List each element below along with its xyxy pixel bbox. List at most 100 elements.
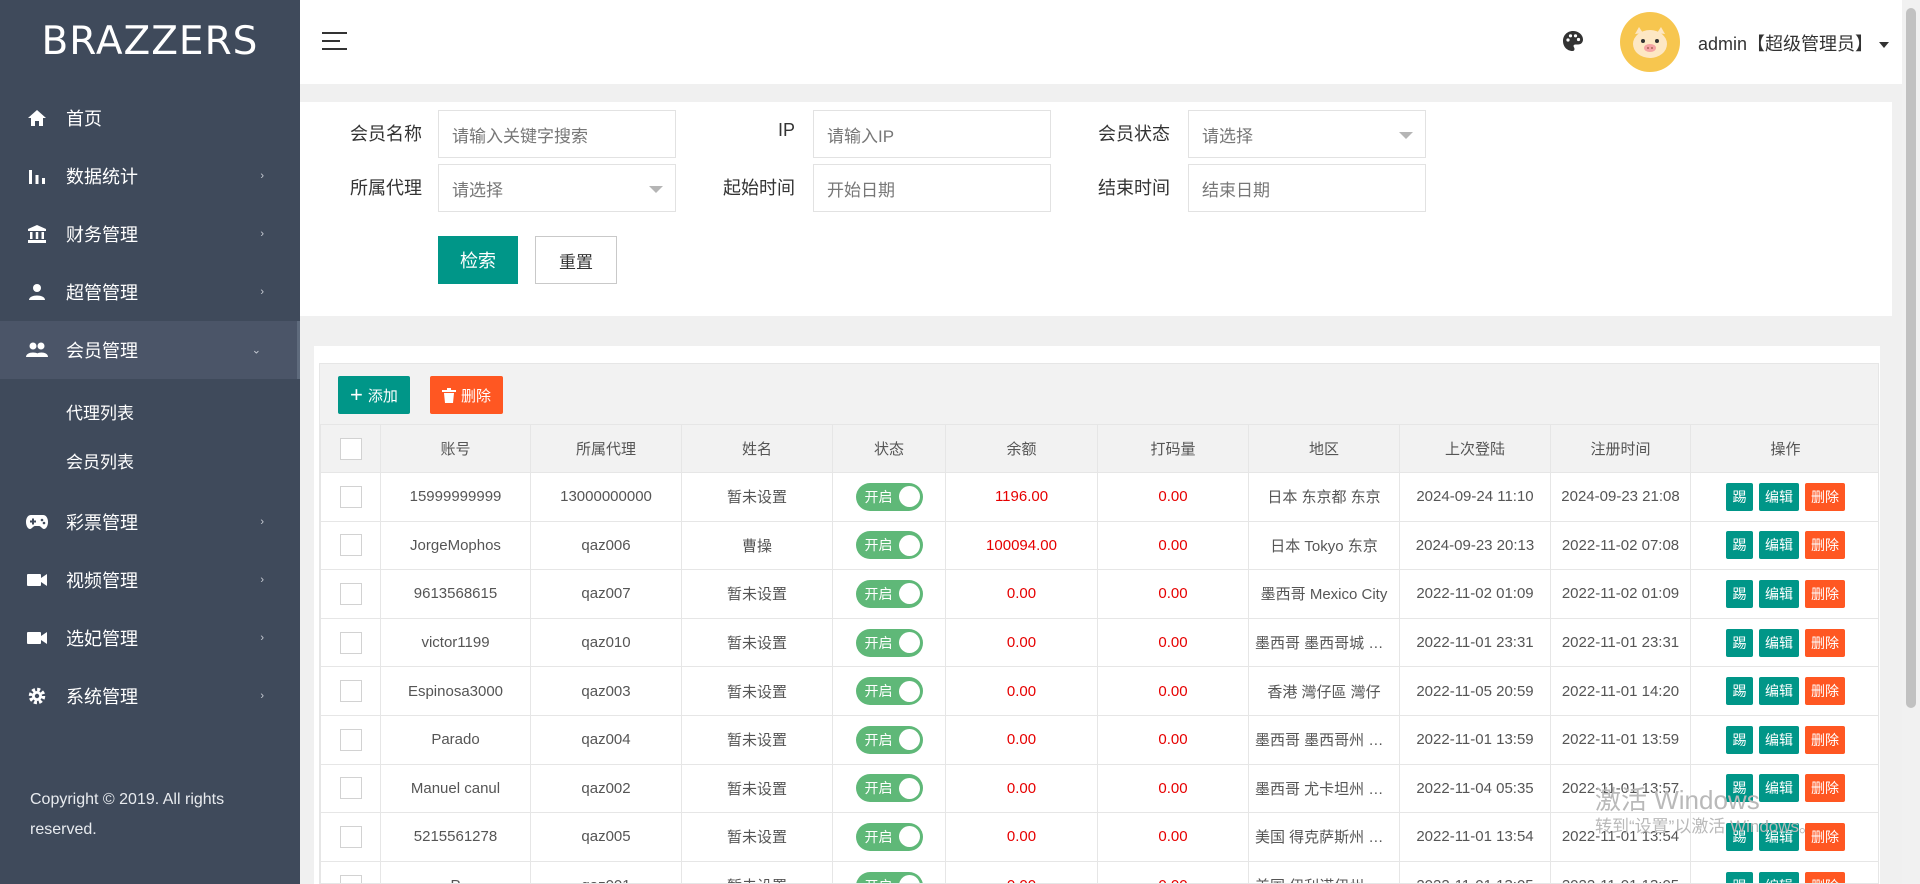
cell-account: 5215561278	[380, 812, 531, 862]
cell-actions: 踢编辑删除	[1690, 472, 1878, 522]
sidebar-item-lottery[interactable]: 彩票管理 ›	[0, 493, 300, 551]
kick-button[interactable]: 踢	[1726, 725, 1753, 754]
cell-balance: 0.00	[945, 666, 1098, 716]
batch-delete-button[interactable]: 删除	[430, 376, 504, 414]
row-checkbox[interactable]	[320, 812, 381, 862]
status-toggle[interactable]: 开启	[855, 871, 923, 883]
cell-register-time: 2022-11-01 23:31	[1550, 617, 1691, 668]
row-checkbox[interactable]	[320, 763, 381, 814]
cell-bet-amount: 0.00	[1097, 617, 1249, 668]
sidebar-item-statistics[interactable]: 数据统计 ›	[0, 147, 300, 205]
cell-register-time: 2022-11-01 13:59	[1550, 714, 1691, 765]
status-toggle[interactable]: 开启	[855, 628, 923, 657]
status-select[interactable]: 请选择	[1188, 110, 1426, 158]
sidebar-item-label: 超管管理	[66, 283, 138, 303]
toggle-knob	[898, 777, 920, 799]
edit-button[interactable]: 编辑	[1759, 579, 1799, 608]
row-checkbox[interactable]	[320, 569, 381, 619]
sidebar-item-label: 系统管理	[66, 687, 138, 707]
delete-button[interactable]: 删除	[1805, 628, 1845, 657]
search-button[interactable]: 检索	[438, 236, 518, 284]
delete-button[interactable]: 删除	[1805, 725, 1845, 754]
kick-button[interactable]: 踢	[1726, 482, 1753, 511]
delete-button[interactable]: 删除	[1805, 531, 1845, 560]
edit-button[interactable]: 编辑	[1759, 871, 1799, 883]
kick-button[interactable]: 踢	[1726, 871, 1753, 883]
edit-button[interactable]: 编辑	[1759, 482, 1799, 511]
row-checkbox[interactable]	[320, 666, 381, 716]
kick-button[interactable]: 踢	[1726, 628, 1753, 657]
row-checkbox[interactable]	[320, 520, 381, 571]
edit-button[interactable]: 编辑	[1759, 725, 1799, 754]
add-button[interactable]: + 添加	[338, 376, 410, 414]
sidebar-item-members[interactable]: 会员管理 ⌄	[0, 321, 300, 379]
chevron-right-icon: ›	[260, 286, 264, 298]
cell-name: 暂未设置	[681, 617, 833, 668]
edit-button[interactable]: 编辑	[1759, 531, 1799, 560]
cell-balance: 0.00	[945, 860, 1098, 883]
kick-button[interactable]: 踢	[1726, 579, 1753, 608]
scrollbar-thumb[interactable]	[1906, 8, 1916, 708]
ip-label: IP	[777, 120, 795, 140]
user-menu[interactable]: admin【超级管理员】	[1698, 30, 1890, 56]
status-toggle[interactable]: 开启	[855, 822, 923, 851]
sidebar-subitem-member-list[interactable]: 会员列表	[0, 436, 300, 485]
edit-button[interactable]: 编辑	[1759, 774, 1799, 803]
sidebar-item-system[interactable]: 系统管理 ›	[0, 667, 300, 725]
toggle-knob	[898, 680, 920, 702]
ip-input[interactable]: 请输入IP	[813, 110, 1051, 158]
delete-button[interactable]: 删除	[1805, 677, 1845, 706]
cell-region: 日本 Tokyo 东京	[1248, 520, 1400, 571]
status-toggle[interactable]: 开启	[855, 579, 923, 608]
sidebar-item-concubines[interactable]: 选妃管理 ›	[0, 609, 300, 667]
toggle-knob	[898, 583, 920, 605]
cell-balance: 0.00	[945, 812, 1098, 862]
menu-toggle-icon[interactable]	[322, 32, 347, 52]
row-checkbox[interactable]	[320, 617, 381, 668]
cell-last-login: 2022-11-01 13:59	[1399, 714, 1551, 765]
status-toggle[interactable]: 开启	[855, 531, 923, 560]
row-checkbox[interactable]	[320, 860, 381, 883]
table-row: Espinosa3000 qaz003 暂未设置 开启 0.00 0.00 香港 灣仔區 灣…	[320, 666, 1878, 716]
cell-region: 墨西哥 尤卡坦州 梅里达	[1248, 763, 1400, 814]
page-scrollbar[interactable]	[1902, 0, 1920, 884]
end-date-input[interactable]: 结束日期	[1188, 164, 1426, 212]
sidebar-item-finance[interactable]: 财务管理 ›	[0, 205, 300, 263]
edit-button[interactable]: 编辑	[1759, 628, 1799, 657]
status-toggle[interactable]: 开启	[855, 482, 923, 511]
status-toggle[interactable]: 开启	[855, 725, 923, 754]
cell-last-login: 2022-11-04 05:35	[1399, 763, 1551, 814]
col-last-login: 上次登陆	[1399, 424, 1551, 473]
sidebar-item-admins[interactable]: 超管管理 ›	[0, 263, 300, 321]
select-all-checkbox[interactable]	[320, 424, 381, 473]
cell-status: 开启	[832, 763, 946, 814]
cell-region: 香港 灣仔區 灣仔	[1248, 666, 1400, 716]
status-toggle[interactable]: 开启	[855, 677, 923, 706]
col-account: 账号	[380, 424, 531, 473]
member-name-input[interactable]: 请输入关键字搜索	[438, 110, 676, 158]
delete-button[interactable]: 删除	[1805, 774, 1845, 803]
sidebar-nav: 首页 数据统计 › 财务管理 › 超管管理 › 会员管理 ⌄	[0, 89, 300, 379]
table-header-row: 账号 所属代理 姓名 状态 余额 打码量 地区 上次登陆 注册时间 操作	[320, 424, 1878, 473]
agent-select[interactable]: 请选择	[438, 164, 676, 212]
sidebar-item-videos[interactable]: 视频管理 ›	[0, 551, 300, 609]
kick-button[interactable]: 踢	[1726, 677, 1753, 706]
row-checkbox[interactable]	[320, 472, 381, 522]
edit-button[interactable]: 编辑	[1759, 677, 1799, 706]
palette-icon[interactable]	[1562, 30, 1584, 52]
avatar[interactable]	[1620, 12, 1680, 72]
kick-button[interactable]: 踢	[1726, 531, 1753, 560]
delete-button[interactable]: 删除	[1805, 482, 1845, 511]
cell-status: 开启	[832, 472, 946, 522]
delete-button[interactable]: 删除	[1805, 871, 1845, 883]
delete-button[interactable]: 删除	[1805, 579, 1845, 608]
sidebar-item-home[interactable]: 首页	[0, 89, 300, 147]
cell-region: 墨西哥 墨西哥城 墨西哥城	[1248, 617, 1400, 668]
start-date-input[interactable]: 开始日期	[813, 164, 1051, 212]
sidebar-subitem-agent-list[interactable]: 代理列表	[0, 387, 300, 436]
row-checkbox[interactable]	[320, 714, 381, 765]
cell-agent: qaz006	[530, 520, 682, 571]
reset-button[interactable]: 重置	[535, 236, 617, 284]
status-toggle[interactable]: 开启	[855, 774, 923, 803]
col-status: 状态	[832, 424, 946, 473]
